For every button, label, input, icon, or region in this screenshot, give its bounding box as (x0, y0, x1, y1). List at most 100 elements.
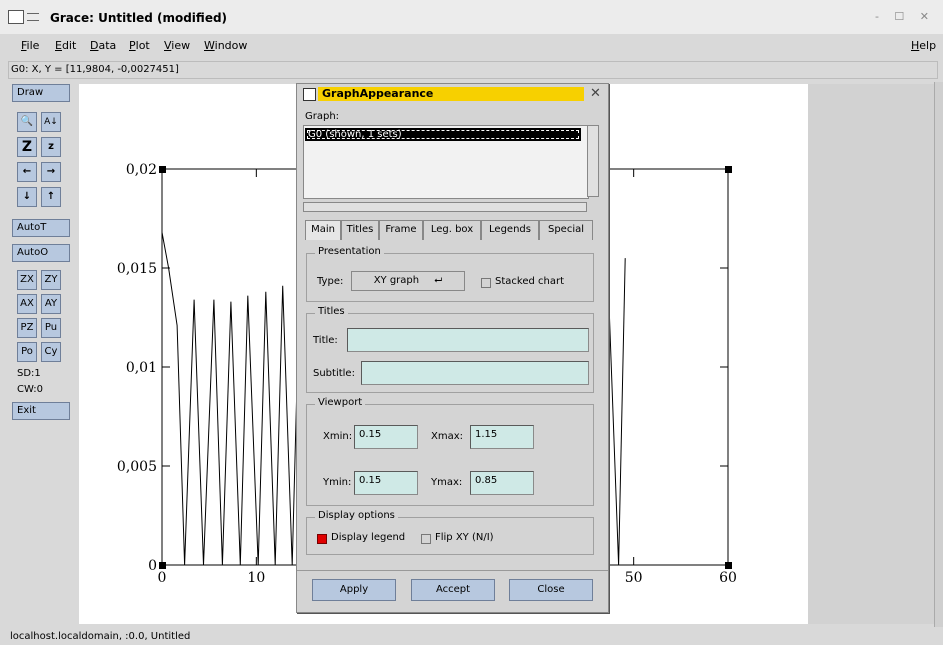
y-tick-label: 0,01 (126, 360, 157, 376)
exit-button[interactable]: Exit (12, 402, 70, 420)
display-options-group: Display options Display legend Flip XY (… (306, 510, 594, 555)
right-arrow-icon[interactable]: → (41, 162, 61, 182)
display-legend-label: Display legend (331, 532, 406, 543)
display-options-legend: Display options (315, 510, 398, 521)
y-tick-label: 0,015 (117, 261, 157, 277)
zy-button[interactable]: ZY (41, 270, 61, 290)
graph-list-vscroll[interactable] (587, 125, 599, 197)
graph-corner-handle (725, 562, 732, 569)
locator-bar: G0: X, Y = [11,9804, -0,0027451] (8, 61, 938, 79)
xmax-field[interactable]: 1.15 (470, 425, 534, 449)
menu-view[interactable]: View (164, 39, 190, 52)
presentation-legend: Presentation (315, 246, 384, 257)
up-arrow-icon[interactable]: ↑ (41, 187, 61, 207)
graph-corner-handle (725, 166, 732, 173)
menu-window[interactable]: Window (204, 39, 247, 52)
chevron-down-icon: ⮠ (434, 275, 443, 286)
type-select[interactable]: XY graph ⮠ (351, 271, 465, 291)
accept-button[interactable]: Accept (411, 579, 495, 601)
graph-corner-handle (159, 562, 166, 569)
tab-main[interactable]: Main (305, 220, 341, 240)
x-tick-label: 0 (158, 570, 167, 586)
graph-list-item[interactable]: G0 (shown, 1 sets) (305, 128, 581, 141)
ymin-label: Ymin: (323, 477, 352, 488)
close-icon[interactable]: ✕ (590, 86, 601, 101)
dialog-menu-icon[interactable] (303, 88, 316, 101)
ymax-field[interactable]: 0.85 (470, 471, 534, 495)
zx-button[interactable]: ZX (17, 270, 37, 290)
menu-bar: File Edit Data Plot View Window Help (0, 34, 943, 58)
stacked-chart-checkbox[interactable] (481, 278, 491, 288)
xmax-label: Xmax: (431, 431, 464, 442)
y-tick-label: 0,005 (117, 459, 157, 475)
down-arrow-icon[interactable]: ↓ (17, 187, 37, 207)
x-tick-label: 60 (719, 570, 737, 586)
y-tick-label: 0,02 (126, 162, 157, 178)
ymin-field[interactable]: 0.15 (354, 471, 418, 495)
window-controls[interactable]: - ☐ ✕ (875, 10, 935, 23)
title-field[interactable] (347, 328, 589, 352)
flip-xy-checkbox[interactable] (421, 534, 431, 544)
tab-frame[interactable]: Frame (379, 220, 423, 240)
subtitle-field[interactable] (361, 361, 589, 385)
ax-button[interactable]: AX (17, 294, 37, 314)
tab-titles[interactable]: Titles (341, 220, 379, 240)
xmin-label: Xmin: (323, 431, 353, 442)
po-button[interactable]: Po (17, 342, 37, 362)
autoscale-icon[interactable]: A↓ (41, 112, 61, 132)
dialog-title: GraphAppearance (318, 87, 584, 101)
title-bar: Grace: Untitled (modified) - ☐ ✕ (0, 0, 943, 35)
window-menu-icon[interactable] (8, 10, 24, 24)
dialog-button-row: Apply Accept Close (297, 570, 608, 611)
pu-button[interactable]: Pu (41, 318, 61, 338)
viewport-group: Viewport Xmin: 0.15 Xmax: 1.15 Ymin: 0.1… (306, 397, 594, 506)
titles-group: Titles Title: Subtitle: (306, 306, 594, 393)
graph-list-hscroll[interactable] (303, 202, 587, 212)
draw-button[interactable]: Draw (12, 84, 70, 102)
ay-button[interactable]: AY (41, 294, 61, 314)
stacked-chart-label: Stacked chart (495, 276, 565, 287)
menu-plot[interactable]: Plot (129, 39, 150, 52)
subtitle-label: Subtitle: (313, 368, 355, 379)
y-tick-label: 0 (148, 558, 157, 574)
x-tick-label: 50 (625, 570, 643, 586)
menu-file[interactable]: File (21, 39, 39, 52)
autotick-button[interactable]: AutoT (12, 219, 70, 237)
xmin-field[interactable]: 0.15 (354, 425, 418, 449)
graph-list[interactable]: G0 (shown, 1 sets) (303, 125, 589, 199)
menu-data[interactable]: Data (90, 39, 116, 52)
cy-button[interactable]: Cy (41, 342, 61, 362)
titles-legend: Titles (315, 306, 348, 317)
display-legend-checkbox[interactable] (317, 534, 327, 544)
flip-xy-label: Flip XY (N/I) (435, 532, 494, 543)
autoscale-on-button[interactable]: AutoO (12, 244, 70, 262)
type-label: Type: (317, 276, 344, 287)
shade-icon[interactable] (27, 13, 39, 21)
window-title: Grace: Untitled (modified) (50, 11, 228, 25)
graph-label: Graph: (305, 111, 340, 122)
zoom-magnifier-icon[interactable]: 🔍 (17, 112, 37, 132)
set-number-label: SD:1 (17, 368, 41, 379)
current-world-label: CW:0 (17, 384, 44, 395)
apply-button[interactable]: Apply (312, 579, 396, 601)
zoom-out-button[interactable]: z (41, 137, 61, 157)
presentation-group: Presentation Type: XY graph ⮠ Stacked ch… (306, 246, 594, 302)
menu-help[interactable]: Help (911, 39, 936, 52)
type-select-value: XY graph (373, 275, 420, 286)
zoom-in-button[interactable]: Z (17, 137, 37, 157)
tab-special[interactable]: Special (539, 220, 593, 240)
graph-appearance-dialog: GraphAppearance ✕ Graph: G0 (shown, 1 se… (296, 83, 609, 613)
tab-leg-box[interactable]: Leg. box (423, 220, 481, 240)
ymax-label: Ymax: (431, 477, 463, 488)
status-bar: localhost.localdomain, :0.0, Untitled (0, 629, 943, 645)
tab-legends[interactable]: Legends (481, 220, 539, 240)
vertical-scrollbar[interactable] (934, 82, 943, 627)
pz-button[interactable]: PZ (17, 318, 37, 338)
x-tick-label: 10 (247, 570, 265, 586)
title-label: Title: (313, 335, 338, 346)
canvas-margin (808, 84, 934, 624)
menu-edit[interactable]: Edit (55, 39, 76, 52)
close-button[interactable]: Close (509, 579, 593, 601)
left-arrow-icon[interactable]: ← (17, 162, 37, 182)
viewport-legend: Viewport (315, 397, 366, 408)
